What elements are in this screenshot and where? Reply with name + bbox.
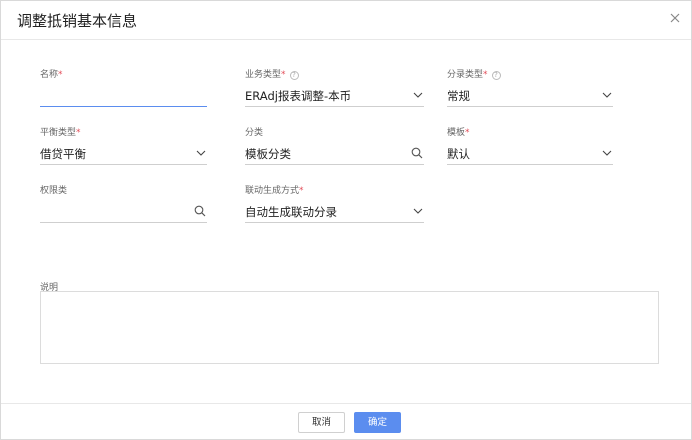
permission-class-field: 权限类 — [40, 185, 207, 223]
dialog-title: 调整抵销基本信息 — [17, 12, 138, 30]
business-type-label: 业务类型 — [245, 70, 282, 80]
linkage-method-label: 联动生成方式 — [245, 186, 300, 196]
chevron-down-icon — [413, 208, 423, 214]
required-mark: * — [281, 70, 286, 80]
permission-class-lookup[interactable] — [40, 201, 207, 223]
category-lookup[interactable]: 模板分类 — [245, 143, 424, 165]
footer-divider — [1, 403, 691, 404]
name-label: 名称 — [40, 70, 59, 80]
cancel-button[interactable]: 取消 — [298, 412, 345, 433]
required-mark: * — [483, 70, 488, 80]
business-type-field: 业务类型*? ERAdj报表调整-本币 — [245, 69, 424, 107]
chevron-down-icon — [602, 92, 612, 98]
chevron-down-icon — [602, 150, 612, 156]
required-mark: * — [76, 128, 81, 138]
required-mark: * — [465, 128, 470, 138]
required-mark: * — [299, 186, 304, 196]
close-icon[interactable] — [667, 10, 683, 26]
entry-type-value: 常规 — [447, 89, 470, 103]
template-select[interactable]: 默认 — [447, 143, 613, 165]
search-icon[interactable] — [411, 147, 423, 159]
entry-type-field: 分录类型*? 常规 — [447, 69, 613, 107]
linkage-method-field: 联动生成方式* 自动生成联动分录 — [245, 185, 424, 223]
category-field: 分类 模板分类 — [245, 127, 424, 165]
business-type-select[interactable]: ERAdj报表调整-本币 — [245, 85, 424, 107]
entry-type-label: 分录类型 — [447, 70, 484, 80]
category-value: 模板分类 — [245, 147, 291, 161]
balance-type-select[interactable]: 借贷平衡 — [40, 143, 207, 165]
category-label: 分类 — [245, 128, 264, 138]
balance-type-value: 借贷平衡 — [40, 147, 86, 161]
entry-type-select[interactable]: 常规 — [447, 85, 613, 107]
name-control — [40, 85, 207, 107]
template-value: 默认 — [447, 147, 470, 161]
adjust-offset-dialog: 调整抵销基本信息 名称* 业务类型*? ERAdj报表调整-本币 分录类型*? … — [0, 0, 692, 440]
header-divider — [1, 39, 691, 40]
balance-type-label: 平衡类型 — [40, 128, 77, 138]
name-input[interactable] — [40, 85, 207, 106]
chevron-down-icon — [413, 92, 423, 98]
template-field: 模板* 默认 — [447, 127, 613, 165]
balance-type-field: 平衡类型* 借贷平衡 — [40, 127, 207, 165]
linkage-method-value: 自动生成联动分录 — [245, 205, 337, 219]
template-label: 模板 — [447, 128, 466, 138]
permission-class-label: 权限类 — [40, 186, 68, 196]
description-textarea[interactable] — [40, 291, 659, 364]
name-field: 名称* — [40, 69, 207, 107]
help-icon[interactable]: ? — [289, 71, 299, 80]
search-icon[interactable] — [194, 205, 206, 217]
help-icon[interactable]: ? — [491, 71, 501, 80]
chevron-down-icon — [196, 150, 206, 156]
ok-button[interactable]: 确定 — [354, 412, 401, 433]
business-type-value: ERAdj报表调整-本币 — [245, 89, 352, 103]
required-mark: * — [58, 70, 63, 80]
linkage-method-select[interactable]: 自动生成联动分录 — [245, 201, 424, 223]
